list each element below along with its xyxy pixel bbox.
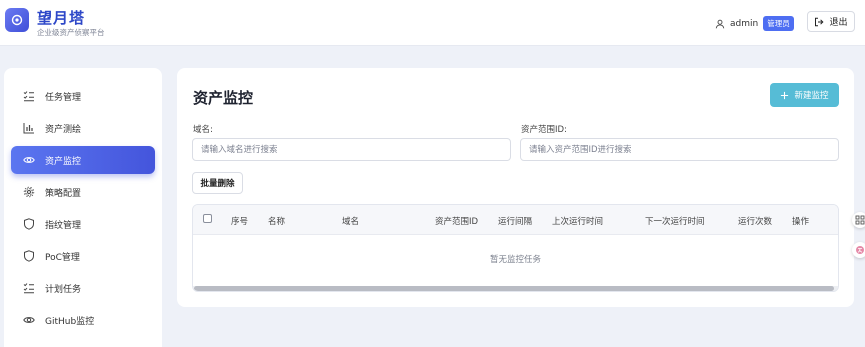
new-monitor-label: 新建监控: [794, 91, 829, 101]
sidebar-item-asset-mapping[interactable]: 资产测绘: [11, 114, 155, 142]
column-header-name[interactable]: 名称: [268, 215, 285, 227]
column-header-next-run[interactable]: 下一次运行时间: [645, 215, 705, 227]
username: admin: [730, 18, 759, 29]
new-monitor-button[interactable]: 新建监控: [770, 83, 839, 107]
sidebar-item-policy-config[interactable]: 策略配置: [11, 178, 155, 206]
grid-icon: [855, 215, 865, 225]
bulk-delete-button[interactable]: 批量删除: [192, 172, 243, 194]
sidebar-item-label: 计划任务: [45, 284, 82, 295]
gear-icon: [23, 186, 35, 198]
column-header-actions[interactable]: 操作: [792, 215, 809, 227]
task-list-icon: [23, 283, 34, 294]
task-list-icon: [23, 91, 34, 102]
column-header-index[interactable]: 序号: [231, 215, 248, 227]
column-header-run-count[interactable]: 运行次数: [738, 215, 772, 227]
app-subtitle: 企业级资产侦察平台: [37, 28, 105, 37]
sidebar-item-task-management[interactable]: 任务管理: [11, 82, 155, 110]
role-badge: 管理员: [763, 16, 794, 31]
app-title: 望月塔: [37, 9, 86, 27]
sidebar-item-label: GitHub监控: [45, 316, 95, 327]
app-logo[interactable]: [5, 8, 29, 32]
sidebar-item-github-monitoring[interactable]: GitHub监控: [11, 306, 155, 334]
column-header-scope-id[interactable]: 资产范围ID: [435, 215, 478, 227]
scope-id-search-input[interactable]: [520, 138, 839, 161]
sidebar-item-fingerprint-management[interactable]: 指纹管理: [11, 210, 155, 238]
scrollbar-thumb[interactable]: [194, 286, 834, 291]
column-header-interval[interactable]: 运行间隔: [498, 215, 532, 227]
logout-icon: [815, 17, 824, 26]
translate-icon: [856, 246, 864, 254]
shield-icon: [24, 250, 34, 262]
domain-label: 域名:: [193, 125, 213, 135]
user-menu[interactable]: admin 管理员: [715, 16, 794, 31]
monitor-table: 序号 名称 域名 资产范围ID 运行间隔 上次运行时间 下一次运行时间 运行次数…: [192, 204, 839, 292]
eye-icon: [23, 317, 35, 323]
sidebar-item-label: 任务管理: [45, 92, 82, 103]
sidebar-item-label: 指纹管理: [45, 220, 82, 231]
column-header-domain[interactable]: 域名: [342, 215, 359, 227]
top-bar: 望月塔 企业级资产侦察平台 admin 管理员 退出: [0, 0, 865, 46]
sidebar-item-label: 资产测绘: [45, 124, 82, 135]
horizontal-scrollbar[interactable]: [193, 286, 838, 291]
eye-icon: [23, 157, 35, 163]
sidebar: 任务管理 资产测绘 资产监控 策略配置 指纹管理 PoC管理 计划任务 GitH…: [4, 68, 162, 347]
bar-chart-icon: [23, 123, 34, 134]
logout-label: 退出: [829, 18, 848, 28]
sidebar-item-label: 策略配置: [45, 188, 82, 199]
main-panel: 资产监控 新建监控 域名: 资产范围ID: 批量删除 序号 名称 域名 资产范围…: [177, 68, 854, 307]
sidebar-item-scheduled-tasks[interactable]: 计划任务: [11, 274, 155, 302]
column-header-last-run[interactable]: 上次运行时间: [552, 215, 603, 227]
page-title: 资产监控: [193, 89, 254, 107]
select-all-checkbox[interactable]: [203, 214, 212, 223]
user-icon: [715, 19, 725, 28]
plus-icon: [781, 91, 789, 99]
shield-icon: [24, 218, 34, 230]
sidebar-item-label: PoC管理: [45, 252, 80, 263]
logo-icon: [11, 14, 23, 26]
sidebar-item-asset-monitoring[interactable]: 资产监控: [11, 146, 155, 174]
empty-state-text: 暂无监控任务: [489, 255, 541, 265]
domain-search-input[interactable]: [192, 138, 511, 161]
logout-button[interactable]: 退出: [807, 11, 855, 32]
table-header: 序号 名称 域名 资产范围ID 运行间隔 上次运行时间 下一次运行时间 运行次数…: [193, 205, 838, 235]
sidebar-item-label: 资产监控: [45, 156, 82, 167]
sidebar-item-poc-management[interactable]: PoC管理: [11, 242, 155, 270]
float-grid-button[interactable]: [852, 212, 865, 228]
scope-id-label: 资产范围ID:: [521, 125, 567, 135]
float-translate-button[interactable]: [852, 242, 865, 258]
